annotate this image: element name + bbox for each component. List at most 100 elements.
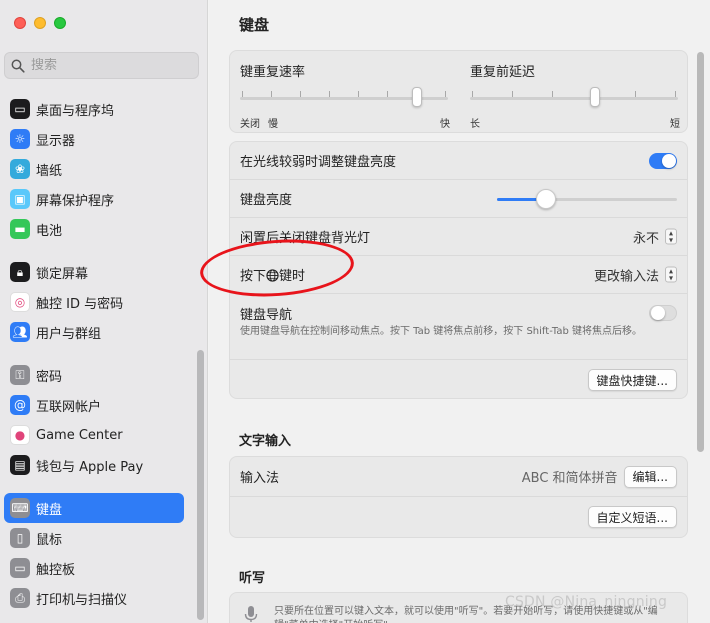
display-icon: ☼ xyxy=(10,129,30,149)
repeat-delay-slider[interactable] xyxy=(470,97,678,100)
microphone-icon xyxy=(242,605,260,623)
wallpaper-icon: ❀ xyxy=(10,159,30,179)
low-light-label: 在光线较弱时调整键盘亮度 xyxy=(240,155,397,170)
repeat-settings-card: 键重复速率 关闭 慢 快 重复前延迟 长 短 xyxy=(229,50,688,133)
sidebar-item[interactable]: ● Game Center xyxy=(4,420,184,450)
sidebar-item[interactable]: ⌨ 键盘 xyxy=(4,493,184,523)
sidebar-item-label: 密码 xyxy=(36,369,63,385)
repeat-delay-min: 长 xyxy=(470,119,480,130)
brightness-thumb[interactable] xyxy=(535,189,556,209)
sidebar-item[interactable]: ❀ 墙纸 xyxy=(4,154,184,184)
sidebar-item[interactable]: ▤ 钱包与 Apple Pay xyxy=(4,450,184,480)
keyboard-nav-toggle[interactable] xyxy=(649,305,677,321)
repeat-delay-max: 短 xyxy=(670,119,680,130)
sidebar-item-label: 钱包与 Apple Pay xyxy=(36,459,144,475)
brightness-label: 键盘亮度 xyxy=(240,193,293,208)
close-window-button[interactable] xyxy=(14,17,26,29)
sidebar: ▭ 桌面与程序坞 ☼ 显示器 ❀ 墙纸 ▣ 屏幕保护程序 ▬ 电池 🔒︎ 锁定屏幕 ◎ 触控 ID 与密码… xyxy=(0,0,208,623)
sidebar-item[interactable]: ▭ 桌面与程序坞 xyxy=(4,94,184,124)
popup-chevrons-icon: ▴ ▾ xyxy=(665,228,677,245)
backlight-off-row: 闲置后关闭键盘背光灯 永不 ▴ ▾ xyxy=(230,218,687,256)
keyboard-nav-desc: 使用键盘导航在控制间移动焦点。按下 Tab 键将焦点前移，按下 Shift-Ta… xyxy=(240,326,642,337)
edit-input-sources-button[interactable]: 编辑... xyxy=(623,465,677,488)
search-icon xyxy=(11,59,25,73)
repeat-delay-thumb[interactable] xyxy=(589,87,600,107)
key-repeat-rate: 键重复速率 关闭 慢 快 xyxy=(240,61,450,130)
dictation-title: 听写 xyxy=(239,571,266,586)
sidebar-item-label: 鼠标 xyxy=(36,532,63,548)
search-field[interactable] xyxy=(4,52,199,79)
keyboard-nav-label: 键盘导航 xyxy=(240,308,293,323)
main-scrollbar[interactable] xyxy=(697,52,704,452)
sidebar-item[interactable]: ▯ 鼠标 xyxy=(4,523,184,553)
sidebar-item-label: 用户与群组 xyxy=(36,326,102,342)
users-icon: 👥︎ xyxy=(10,322,30,342)
search-input[interactable] xyxy=(31,58,191,73)
sidebar-item[interactable]: ◎ 触控 ID 与密码 xyxy=(4,287,184,317)
sidebar-item[interactable]: @ 互联网帐户 xyxy=(4,390,184,420)
repeat-delay-label: 重复前延迟 xyxy=(470,65,536,80)
screensaver-icon: ▣ xyxy=(10,189,30,209)
key-repeat-rate-label: 键重复速率 xyxy=(240,65,306,80)
window-controls xyxy=(14,17,66,29)
keyboard-icon: ⌨ xyxy=(10,498,30,518)
sidebar-item-label: 互联网帐户 xyxy=(36,399,102,415)
battery-icon: ▬ xyxy=(10,219,30,239)
page-title: 键盘 xyxy=(239,16,270,34)
popup-chevrons-icon: ▴ ▾ xyxy=(665,266,677,283)
key-repeat-rate-thumb[interactable] xyxy=(411,87,422,107)
at-icon: @ xyxy=(10,395,30,415)
key-icon: ⚿ xyxy=(10,365,30,385)
key-repeat-rate-mid: 慢 xyxy=(268,119,278,130)
sidebar-item-label: Game Center xyxy=(36,427,123,443)
text-replacements-row: 自定义短语... xyxy=(230,497,687,537)
repeat-delay: 重复前延迟 长 短 xyxy=(470,61,680,130)
sidebar-item[interactable]: ▭ 触控板 xyxy=(4,553,184,583)
sidebar-item[interactable]: ☼ 显示器 xyxy=(4,124,184,154)
globe-icon xyxy=(266,269,279,282)
fingerprint-icon: ◎ xyxy=(10,292,30,312)
lock-icon: 🔒︎ xyxy=(10,262,30,282)
sidebar-item-label: 锁定屏幕 xyxy=(36,266,89,282)
key-repeat-rate-min: 关闭 xyxy=(240,119,260,130)
keyboard-nav-row: 键盘导航 使用键盘导航在控制间移动焦点。按下 Tab 键将焦点前移，按下 Shi… xyxy=(230,294,687,360)
keyboard-shortcuts-button[interactable]: 键盘快捷键... xyxy=(587,369,677,391)
dock-icon: ▭ xyxy=(10,99,30,119)
sidebar-item[interactable]: ⎙ 打印机与扫描仪 xyxy=(4,583,184,613)
watermark: CSDN @Nina_ningning xyxy=(505,594,668,610)
text-input-title: 文字输入 xyxy=(239,434,292,449)
sidebar-item-label: 屏幕保护程序 xyxy=(36,193,115,209)
brightness-slider[interactable] xyxy=(497,189,677,209)
sidebar-item[interactable]: ▣ 屏幕保护程序 xyxy=(4,184,184,214)
text-replacements-button[interactable]: 自定义短语... xyxy=(587,506,677,528)
shortcuts-row: 键盘快捷键... xyxy=(230,360,687,400)
text-input-card: 输入法 ABC 和简体拼音 编辑... 自定义短语... xyxy=(229,456,688,538)
sidebar-nav: ▭ 桌面与程序坞 ☼ 显示器 ❀ 墙纸 ▣ 屏幕保护程序 ▬ 电池 🔒︎ 锁定屏幕 ◎ 触控 ID 与密码… xyxy=(4,94,184,613)
keyboard-settings-card: 在光线较弱时调整键盘亮度 键盘亮度 闲置后关闭键盘背光灯 永不 ▴ ▾ 按下 键时 … xyxy=(229,141,688,399)
low-light-row: 在光线较弱时调整键盘亮度 xyxy=(230,142,687,180)
sidebar-item[interactable]: 👥︎ 用户与群组 xyxy=(4,317,184,347)
input-sources-label: 输入法 xyxy=(240,471,280,486)
brightness-row: 键盘亮度 xyxy=(230,180,687,218)
low-light-toggle[interactable] xyxy=(649,152,677,169)
mouse-icon: ▯ xyxy=(10,528,30,548)
backlight-off-value: 永不 xyxy=(632,231,659,246)
sidebar-item[interactable]: 🔒︎ 锁定屏幕 xyxy=(4,257,184,287)
trackpad-icon: ▭ xyxy=(10,558,30,578)
backlight-off-label: 闲置后关闭键盘背光灯 xyxy=(240,231,371,246)
minimize-window-button[interactable] xyxy=(34,17,46,29)
sidebar-scrollbar[interactable] xyxy=(197,350,204,620)
sidebar-item[interactable]: ▬ 电池 xyxy=(4,214,184,244)
sidebar-item-label: 显示器 xyxy=(36,133,76,149)
sidebar-item-label: 键盘 xyxy=(36,502,63,518)
sidebar-item[interactable]: ⚿ 密码 xyxy=(4,360,184,390)
sidebar-item-label: 墙纸 xyxy=(36,163,63,179)
backlight-off-popup[interactable]: 永不 ▴ ▾ xyxy=(633,227,677,246)
printer-icon: ⎙ xyxy=(10,588,30,608)
zoom-window-button[interactable] xyxy=(54,17,66,29)
sidebar-item-label: 桌面与程序坞 xyxy=(36,103,115,119)
game-center-icon: ● xyxy=(10,425,30,445)
globe-key-popup[interactable]: 更改输入法 ▴ ▾ xyxy=(594,265,677,284)
input-sources-value: ABC 和简体拼音 xyxy=(521,471,618,486)
sidebar-item-label: 触控板 xyxy=(36,562,76,578)
